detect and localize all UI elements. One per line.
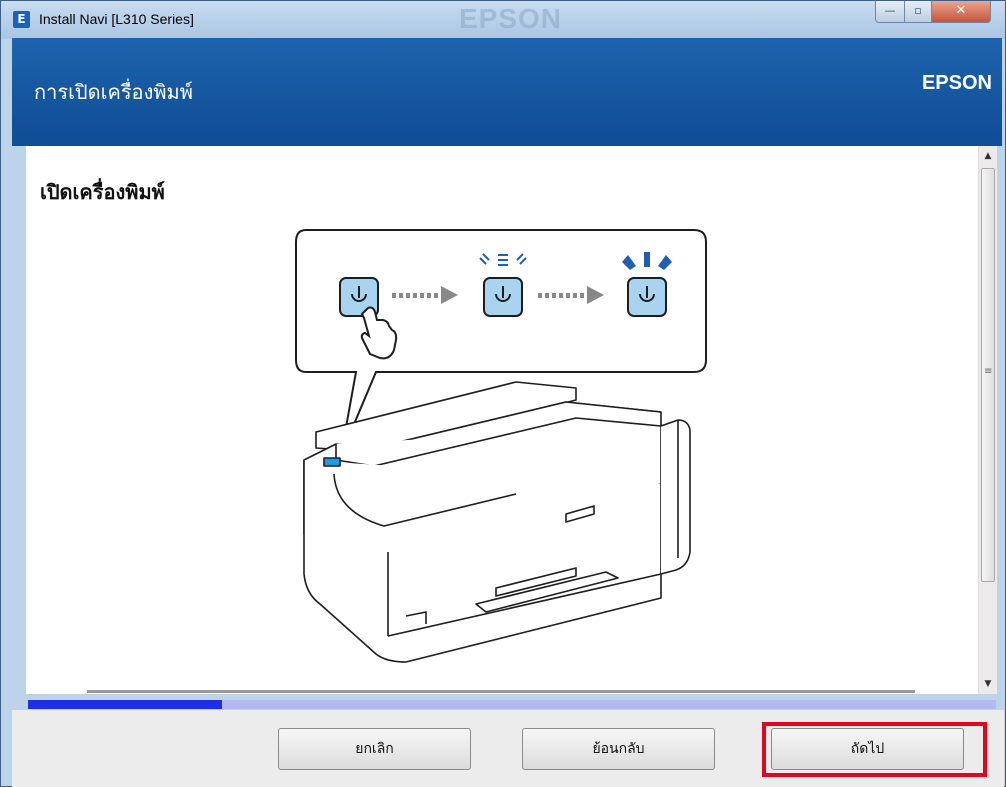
epson-logo: EPSON <box>921 72 992 94</box>
section-heading: เปิดเครื่องพิมพ์ <box>40 180 165 204</box>
progress-fill <box>28 700 222 709</box>
app-icon: E <box>13 11 30 28</box>
brand-watermark: EPSON <box>459 3 563 34</box>
maximize-button[interactable]: ▫ <box>904 1 932 23</box>
next-button-highlight <box>762 722 987 777</box>
printer-drawing <box>303 381 691 663</box>
close-button[interactable]: ✕ <box>931 1 991 23</box>
scroll-up-arrow-icon[interactable]: ▲ <box>979 148 997 164</box>
window-title: Install Navi [L310 Series] <box>39 11 194 27</box>
header-banner: การเปิดเครื่องพิมพ์ EPSON <box>12 38 1002 146</box>
title-bar: E Install Navi [L310 Series] EPSON — ▫ ✕ <box>1 1 1005 39</box>
vertical-scrollbar[interactable]: ▲ ≡ ▼ <box>978 146 997 694</box>
content-divider <box>87 690 915 693</box>
scroll-thumb[interactable]: ≡ <box>981 168 995 582</box>
minimize-button[interactable]: — <box>875 1 905 23</box>
power-icon <box>622 252 672 317</box>
cancel-button[interactable]: ยกเลิก <box>278 728 471 770</box>
setup-progress-bar <box>28 700 996 709</box>
back-button[interactable]: ย้อนกลับ <box>522 728 715 770</box>
scroll-down-arrow-icon[interactable]: ▼ <box>979 676 997 692</box>
grip-icon: ≡ <box>984 366 993 377</box>
page-title: การเปิดเครื่องพิมพ์ <box>34 80 193 104</box>
printer-power-on-illustration <box>295 229 707 663</box>
